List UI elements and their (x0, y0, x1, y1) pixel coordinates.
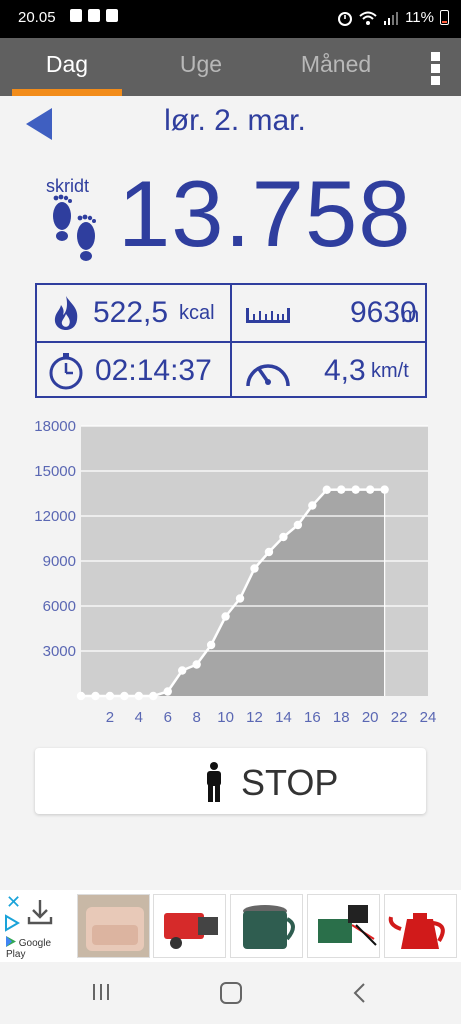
check-icon (106, 9, 118, 22)
home-icon[interactable] (220, 982, 242, 1004)
speed-cell: 4,3 km/t (232, 343, 426, 399)
steps-count: 13.758 (118, 161, 412, 266)
chart-point-4 (134, 691, 144, 701)
chart-point-19 (351, 485, 360, 494)
chart-point-16 (308, 501, 317, 510)
chart-point-11 (235, 594, 245, 603)
overflow-menu-icon[interactable] (431, 52, 441, 88)
distance-unit: m (401, 302, 420, 327)
chart-point-9 (206, 640, 216, 650)
chart-x-tick-4: 4 (135, 709, 143, 726)
signal-icon (384, 11, 399, 25)
chart-y-tick-3000: 3000 (43, 643, 76, 660)
google-play-label: Google Play (6, 936, 52, 960)
period-tab-bar: Dag Uge Måned (0, 38, 461, 96)
chart-point-7 (178, 666, 187, 675)
chart-y-tick-6000: 6000 (43, 598, 76, 615)
ad-product-circuit[interactable] (307, 894, 380, 958)
chart-point-0 (76, 691, 86, 701)
chart-point-21 (380, 485, 389, 494)
distance-cell: 9630 m (232, 285, 426, 341)
notification-icons (70, 9, 118, 22)
chart-x-tick-14: 14 (275, 709, 292, 726)
duration-value: 02:14:37 (95, 354, 212, 387)
tab-week[interactable]: Uge (146, 38, 256, 96)
stop-button[interactable]: STOP (35, 748, 426, 814)
stats-grid: 522,5 kcal 9630 m 02:14:37 4,3 km/t (35, 283, 427, 398)
chart-x-tick-8: 8 (192, 709, 200, 726)
ad-product-engine[interactable] (153, 894, 226, 958)
wifi-icon (359, 11, 377, 25)
battery-icon (440, 10, 449, 25)
chart-x-tick-12: 12 (246, 709, 263, 726)
alarm-icon (338, 11, 353, 26)
ad-play-icon (5, 914, 20, 932)
speed-unit: km/t (371, 360, 409, 382)
image-icon (88, 9, 100, 22)
calories-cell: 522,5 kcal (37, 285, 231, 341)
ruler-icon (246, 308, 290, 323)
chart-point-3 (120, 691, 129, 701)
chart-y-tick-12000: 12000 (34, 508, 76, 525)
chart-x-tick-6: 6 (164, 709, 172, 726)
chart-point-6 (163, 687, 172, 696)
chart-point-20 (365, 485, 375, 494)
ad-product-mattress[interactable] (77, 894, 150, 958)
chart-x-tick-20: 20 (362, 709, 379, 726)
calories-unit: kcal (179, 302, 215, 324)
chart-x-tick-2: 2 (106, 709, 114, 726)
footprints-icon (53, 194, 96, 261)
active-tab-indicator (12, 89, 122, 96)
date-title: lør. 2. mar. (164, 104, 306, 137)
tab-day[interactable]: Dag (12, 38, 122, 96)
chart-point-17 (322, 485, 331, 494)
status-bar: 20.05 11% (0, 0, 461, 38)
chart-point-1 (91, 691, 100, 701)
chart-x-tick-10: 10 (217, 709, 234, 726)
ad-banner[interactable]: ✕ Google Play (0, 890, 461, 962)
ad-product-teapot[interactable] (384, 894, 457, 958)
recent-apps-icon[interactable] (91, 982, 111, 1002)
chart-x-tick-16: 16 (304, 709, 321, 726)
chart-point-13 (264, 547, 274, 557)
chart-x-tick-18: 18 (333, 709, 350, 726)
speed-value: 4,3 (324, 354, 366, 387)
chart-point-10 (221, 612, 230, 621)
calories-value: 522,5 (93, 296, 169, 329)
chart-y-tick-15000: 15000 (34, 463, 76, 480)
tab-month[interactable]: Måned (280, 38, 392, 96)
chart-point-15 (293, 520, 303, 530)
back-icon[interactable] (352, 982, 368, 1004)
chart-point-14 (279, 532, 288, 542)
steps-chart: 3000600090001200015000180002 4 6 8 10 12 14 16 1… (34, 418, 437, 726)
ad-product-kettle[interactable] (230, 894, 303, 958)
stop-button-label: STOP (241, 762, 339, 803)
chart-point-5 (149, 691, 158, 701)
chart-point-12 (250, 564, 259, 573)
chart-point-8 (192, 660, 201, 669)
stopwatch-icon (49, 353, 83, 390)
google-play-icon (6, 936, 16, 947)
previous-day-arrow-icon[interactable] (26, 108, 52, 140)
person-icon (207, 762, 221, 802)
chart-y-tick-9000: 9000 (43, 553, 76, 570)
chart-point-2 (105, 691, 115, 701)
battery-percent: 11% (405, 9, 434, 26)
chart-y-tick-18000: 18000 (34, 418, 76, 435)
chart-point-18 (337, 485, 346, 494)
chart-x-tick-22: 22 (391, 709, 408, 726)
sim-icon (70, 9, 82, 22)
system-icons: 11% (337, 9, 449, 26)
system-nav-bar (0, 962, 461, 1024)
ad-close-icon[interactable]: ✕ (6, 892, 21, 913)
chart-x-tick-24: 24 (420, 709, 437, 726)
duration-cell: 02:14:37 (37, 343, 231, 399)
flame-icon (54, 296, 78, 330)
download-icon[interactable] (26, 898, 54, 926)
status-time: 20.05 (18, 9, 56, 26)
speedometer-icon (246, 364, 290, 387)
